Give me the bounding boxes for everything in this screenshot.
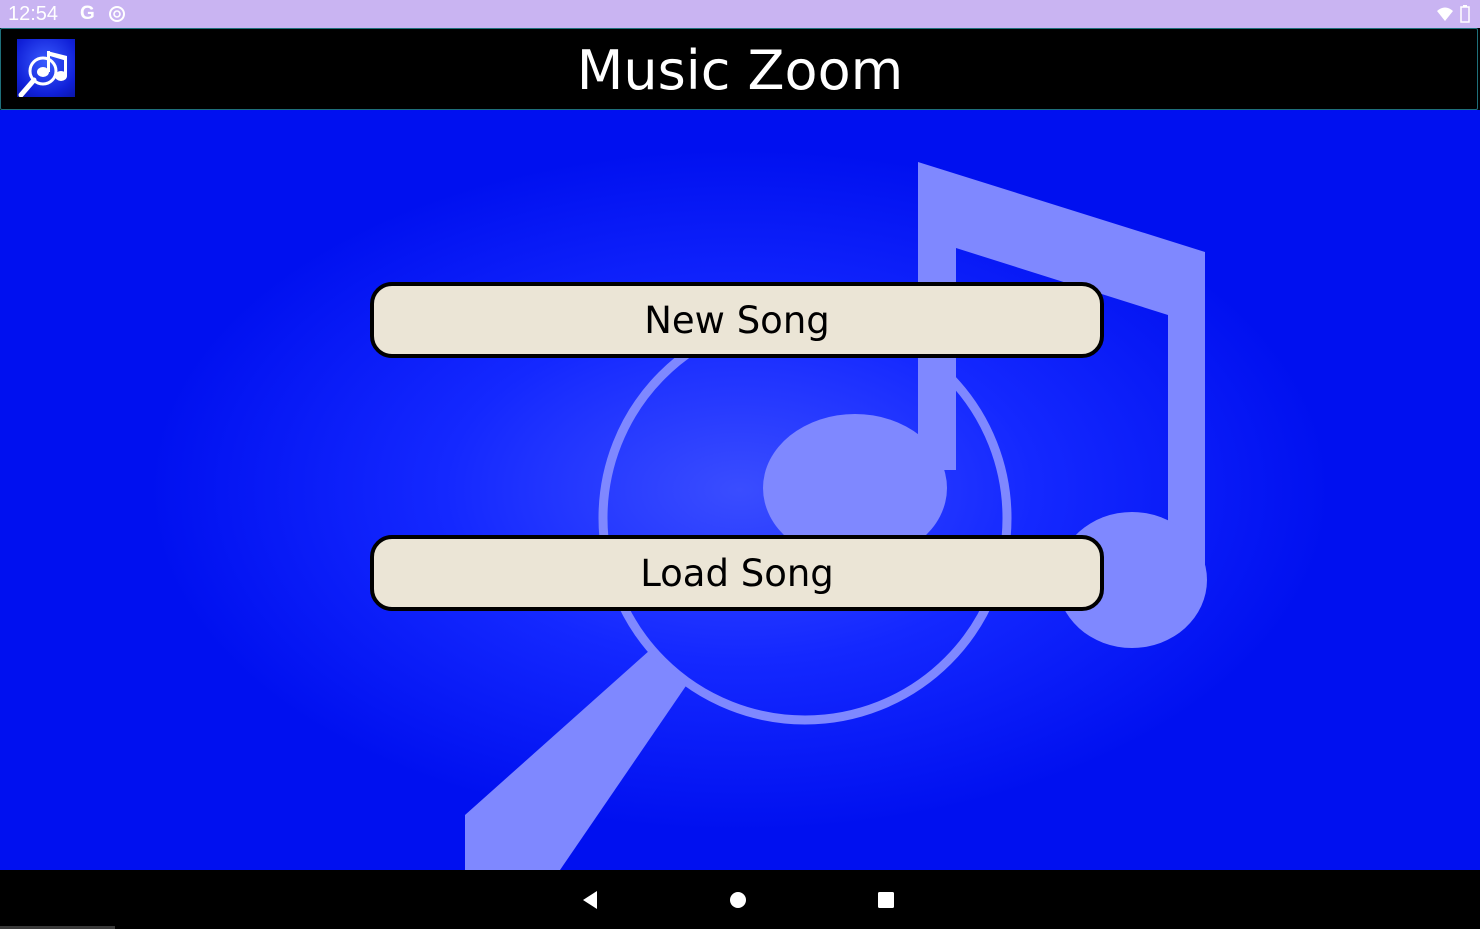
recents-icon[interactable] — [872, 886, 900, 914]
new-song-button[interactable]: New Song — [370, 282, 1104, 358]
google-icon: G — [80, 3, 95, 24]
status-icons — [1436, 5, 1470, 23]
battery-icon — [1460, 5, 1470, 23]
app-title: Music Zoom — [576, 39, 904, 102]
navigation-bar — [0, 870, 1480, 929]
home-icon[interactable] — [724, 886, 752, 914]
main-menu: New Song Load Song — [0, 110, 1480, 870]
wifi-icon — [1437, 7, 1453, 21]
status-bar: 12:54 G — [0, 0, 1480, 28]
app-screen: 12:54 G Music Zoom New Song Load Song — [0, 0, 1480, 929]
load-song-button[interactable]: Load Song — [370, 535, 1104, 611]
status-time: 12:54 — [8, 3, 59, 25]
back-icon[interactable] — [576, 886, 604, 914]
title-bar: Music Zoom — [0, 28, 1478, 110]
sync-icon — [109, 6, 125, 22]
music-zoom-watermark-icon — [465, 162, 1207, 870]
